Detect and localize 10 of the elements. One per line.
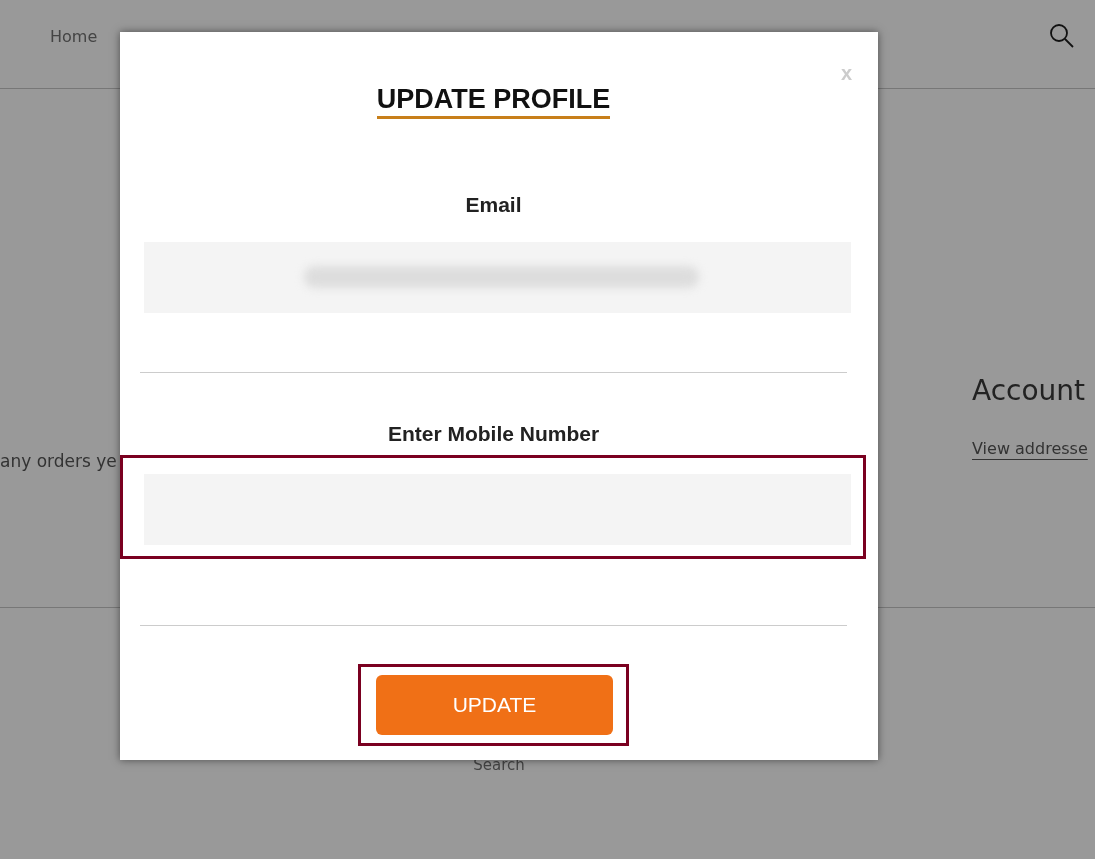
modal-title: UPDATE PROFILE — [376, 84, 611, 119]
account-heading: Account — [972, 374, 1087, 407]
field-label: Email — [465, 193, 522, 217]
view-addresses-link[interactable]: View addresse — [972, 439, 1088, 458]
search-icon[interactable] — [1049, 23, 1075, 49]
input-field[interactable] — [144, 242, 851, 313]
field-label: Enter Mobile Number — [387, 422, 600, 446]
orders-message: any orders ye — [0, 451, 117, 471]
nav-link[interactable]: Home — [50, 26, 98, 46]
update-button[interactable]: UPDATE — [376, 675, 613, 735]
